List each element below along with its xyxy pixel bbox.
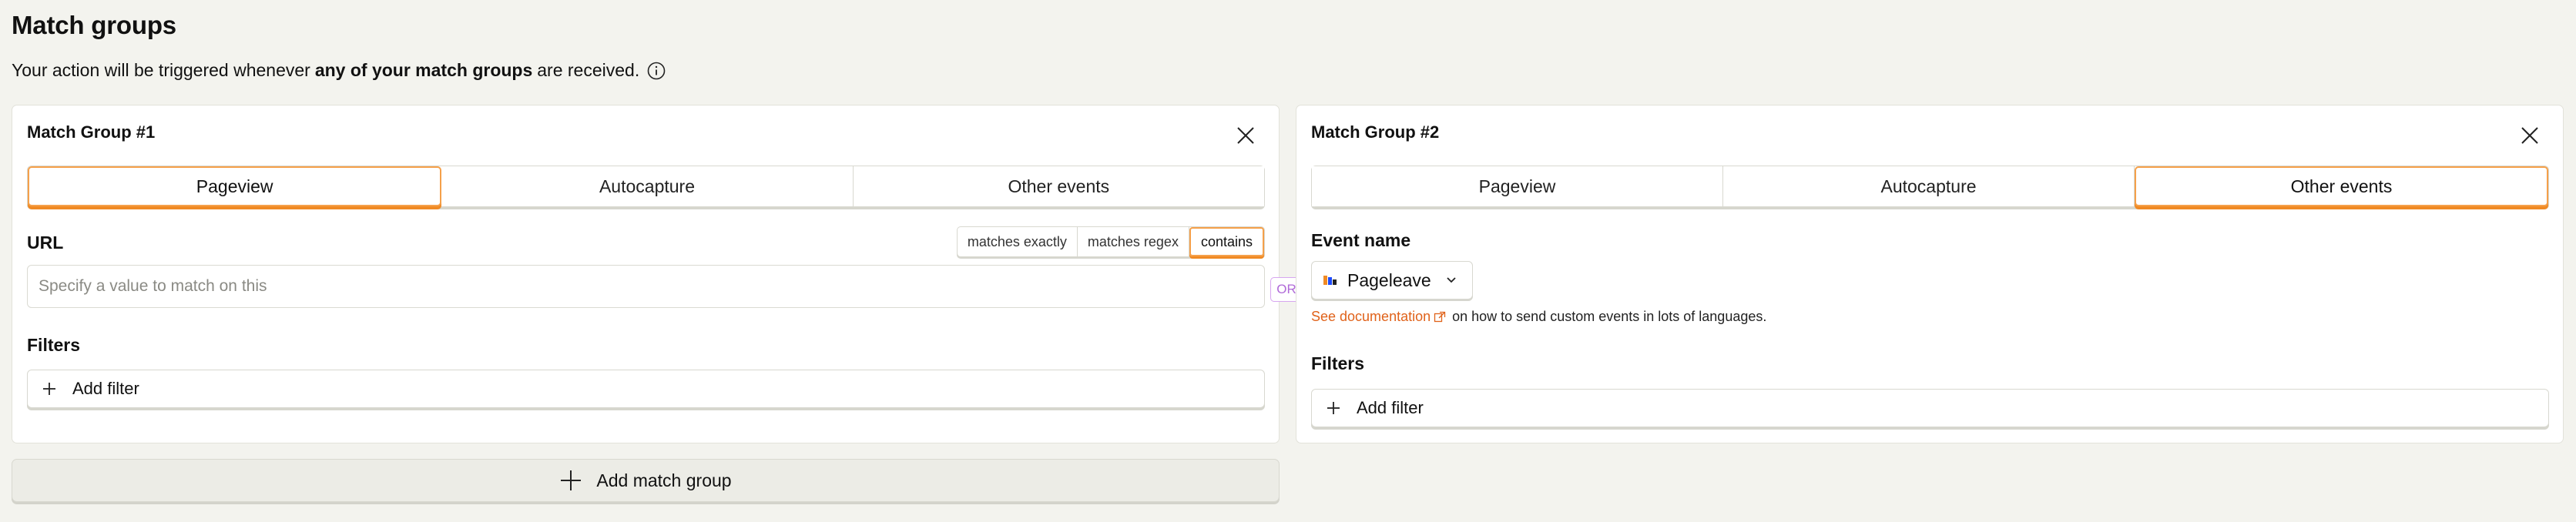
documentation-link[interactable]: See documentation — [1311, 309, 1431, 325]
add-filter-label: Add filter — [1357, 398, 1424, 417]
close-icon[interactable] — [1236, 125, 1256, 146]
add-filter-label: Add filter — [72, 379, 139, 398]
event-name-value: Pageleave — [1347, 269, 1431, 290]
match-type-selector: matches exactly matches regex contains — [956, 226, 1265, 257]
description-prefix: Your action will be triggered whenever — [12, 60, 310, 80]
tab-autocapture[interactable]: Autocapture — [441, 166, 854, 206]
pageleave-icon — [1323, 276, 1337, 285]
add-match-group-button[interactable]: Add match group — [12, 459, 1280, 502]
page-title: Match groups — [12, 11, 176, 39]
event-name-select[interactable]: Pageleave — [1311, 261, 1473, 299]
event-type-tabs: Pageview Autocapture Other events — [1311, 166, 2549, 207]
match-exactly-option[interactable]: matches exactly — [958, 227, 1078, 256]
plus-icon — [43, 383, 55, 395]
add-match-group-label: Add match group — [596, 470, 732, 490]
group-title: Match Group #2 — [1311, 122, 1440, 142]
plus-icon — [561, 470, 582, 490]
add-filter-button[interactable]: Add filter — [27, 370, 1265, 408]
chevron-down-icon — [1447, 277, 1456, 283]
match-regex-option[interactable]: matches regex — [1078, 227, 1189, 256]
match-group-2: Match Group #2 Pageview Autocapture Othe… — [1296, 105, 2564, 443]
external-link-icon — [1434, 311, 1446, 322]
url-input[interactable]: Specify a value to match on this — [27, 265, 1265, 308]
documentation-suffix: on how to send custom events in lots of … — [1452, 309, 1767, 324]
description-bold: any of your match groups — [314, 60, 533, 80]
tab-pageview[interactable]: Pageview — [1312, 166, 1723, 206]
close-icon[interactable] — [2520, 125, 2540, 146]
info-icon[interactable] — [647, 62, 666, 80]
group-title: Match Group #1 — [27, 122, 156, 142]
url-label: URL — [27, 233, 64, 253]
tab-other-events[interactable]: Other events — [853, 166, 1264, 206]
description-suffix: are received. — [537, 60, 640, 80]
contains-option[interactable]: contains — [1189, 227, 1264, 256]
tab-other-events[interactable]: Other events — [2135, 166, 2548, 206]
page-description: Your action will be triggered whenever a… — [12, 60, 666, 81]
filters-label: Filters — [1311, 353, 1365, 373]
filters-label: Filters — [27, 335, 81, 355]
documentation-hint: See documentation on how to send custom … — [1311, 309, 1766, 325]
match-group-1: Match Group #1 Pageview Autocapture Othe… — [12, 105, 1280, 443]
plus-icon — [1327, 402, 1340, 414]
tab-autocapture[interactable]: Autocapture — [1723, 166, 2135, 206]
tab-pageview[interactable]: Pageview — [28, 166, 442, 206]
event-name-label: Event name — [1311, 230, 1411, 250]
event-type-tabs: Pageview Autocapture Other events — [27, 166, 1265, 207]
add-filter-button[interactable]: Add filter — [1311, 389, 2549, 427]
